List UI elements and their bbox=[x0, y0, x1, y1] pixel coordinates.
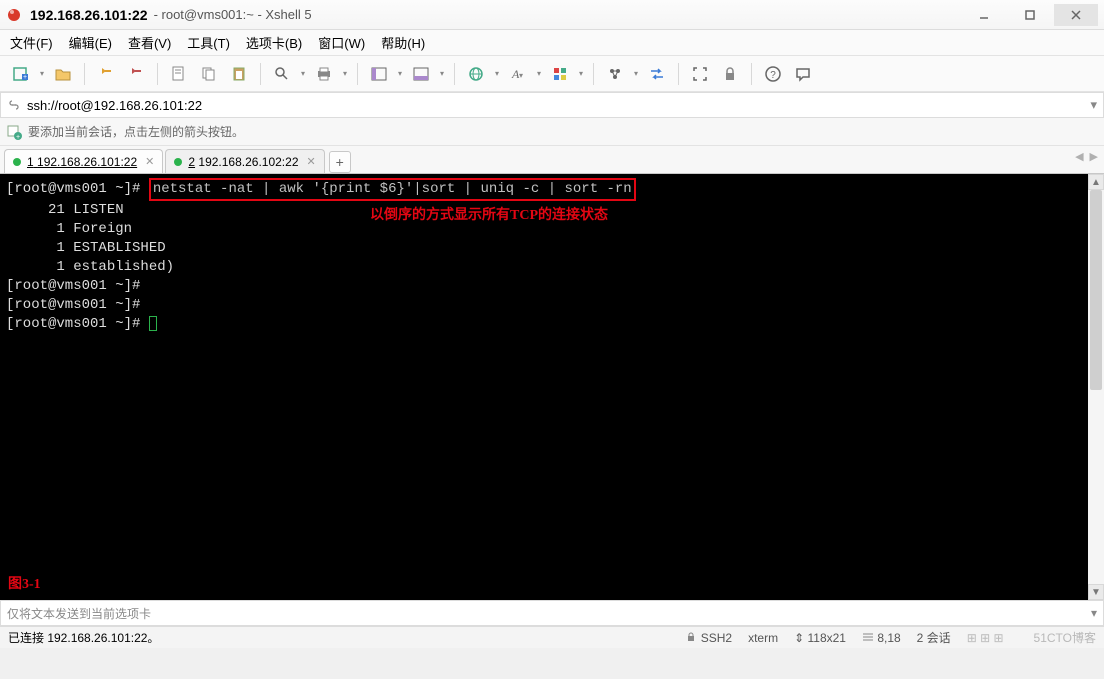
status-cursor: 8,18 bbox=[862, 631, 901, 645]
tab-close-icon[interactable]: ✕ bbox=[307, 155, 316, 168]
script-icon[interactable] bbox=[602, 61, 628, 87]
svg-text:▾: ▾ bbox=[519, 71, 523, 80]
address-bar[interactable]: ssh://root@192.168.26.101:22 ▾ bbox=[0, 92, 1104, 118]
tab-prev-icon[interactable]: ◀ bbox=[1075, 150, 1083, 163]
menu-view[interactable]: 查看(V) bbox=[128, 33, 171, 52]
close-button[interactable] bbox=[1054, 4, 1098, 26]
figure-label: 图3-1 bbox=[8, 575, 41, 594]
chevron-down-icon[interactable]: ▾ bbox=[1091, 606, 1097, 620]
menu-tools[interactable]: 工具(T) bbox=[187, 33, 230, 52]
watermark: 51CTO博客 bbox=[1034, 629, 1096, 646]
tab-bar: 1 192.168.26.101:22 ✕ 2 192.168.26.102:2… bbox=[0, 146, 1104, 174]
lock-icon[interactable] bbox=[717, 61, 743, 87]
print-icon[interactable] bbox=[311, 61, 337, 87]
menu-help[interactable]: 帮助(H) bbox=[381, 33, 425, 52]
properties-icon[interactable] bbox=[166, 61, 192, 87]
menu-edit[interactable]: 编辑(E) bbox=[69, 33, 112, 52]
menu-tab[interactable]: 选项卡(B) bbox=[246, 33, 302, 52]
status-connection: 已连接 192.168.26.101:22。 bbox=[8, 629, 159, 646]
send-input[interactable]: 仅将文本发送到当前选项卡 ▾ bbox=[0, 600, 1104, 626]
menu-bar: 文件(F) 编辑(E) 查看(V) 工具(T) 选项卡(B) 窗口(W) 帮助(… bbox=[0, 30, 1104, 56]
copy-icon[interactable] bbox=[196, 61, 222, 87]
status-bar: 已连接 192.168.26.101:22。 SSH2 xterm ⇕ 118x… bbox=[0, 626, 1104, 648]
title-bar: 192.168.26.101:22 - root@vms001:~ - Xshe… bbox=[0, 0, 1104, 30]
dropdown-icon[interactable]: ▾ bbox=[396, 69, 404, 78]
panel2-icon[interactable] bbox=[408, 61, 434, 87]
dropdown-icon[interactable]: ▾ bbox=[38, 69, 46, 78]
new-tab-button[interactable]: + bbox=[329, 151, 351, 173]
paste-icon[interactable] bbox=[226, 61, 252, 87]
tab-nav: ◀ ▶ bbox=[1075, 150, 1098, 163]
fullscreen-icon[interactable] bbox=[687, 61, 713, 87]
cursor-icon bbox=[149, 316, 157, 331]
terminal-prompt: [root@vms001 ~]# bbox=[6, 297, 140, 313]
dropdown-icon[interactable]: ▾ bbox=[299, 69, 307, 78]
terminal[interactable]: [root@vms001 ~]# netstat -nat | awk '{pr… bbox=[0, 174, 1088, 600]
scroll-up-icon[interactable]: ▲ bbox=[1088, 174, 1104, 190]
tab-session-1[interactable]: 1 192.168.26.101:22 ✕ bbox=[4, 149, 163, 173]
tab-close-icon[interactable]: ✕ bbox=[145, 155, 154, 168]
link-icon bbox=[7, 98, 21, 112]
status-dot-icon bbox=[174, 158, 182, 166]
minimize-button[interactable] bbox=[962, 4, 1006, 26]
scroll-track[interactable] bbox=[1088, 190, 1104, 584]
terminal-command: netstat -nat | awk '{print $6}'|sort | u… bbox=[153, 181, 632, 197]
chevron-down-icon[interactable]: ▾ bbox=[1090, 97, 1097, 113]
terminal-output-line: 21 LISTEN bbox=[6, 202, 124, 218]
menu-file[interactable]: 文件(F) bbox=[10, 33, 53, 52]
help-icon[interactable]: ? bbox=[760, 61, 786, 87]
dropdown-icon[interactable]: ▾ bbox=[341, 69, 349, 78]
address-text: ssh://root@192.168.26.101:22 bbox=[27, 98, 202, 113]
add-session-icon[interactable]: + bbox=[6, 124, 22, 140]
color-icon[interactable] bbox=[547, 61, 573, 87]
tab-session-2[interactable]: 2 192.168.26.102:22 ✕ bbox=[165, 149, 324, 173]
terminal-output-line: 1 ESTABLISHED bbox=[6, 240, 166, 256]
send-placeholder: 仅将文本发送到当前选项卡 bbox=[7, 605, 151, 622]
tab-next-icon[interactable]: ▶ bbox=[1090, 150, 1098, 163]
app-icon bbox=[6, 7, 22, 23]
svg-text:+: + bbox=[23, 74, 27, 81]
feedback-icon[interactable] bbox=[790, 61, 816, 87]
terminal-prompt: [root@vms001 ~]# bbox=[6, 316, 140, 332]
scrollbar[interactable]: ▲ ▼ bbox=[1088, 174, 1104, 600]
new-session-icon[interactable]: + bbox=[8, 61, 34, 87]
terminal-output-line: 1 established) bbox=[6, 259, 174, 275]
status-size: ⇕ 118x21 bbox=[794, 631, 846, 645]
scroll-down-icon[interactable]: ▼ bbox=[1088, 584, 1104, 600]
status-sessions: 2 会话 bbox=[917, 629, 951, 646]
hint-text: 要添加当前会话，点击左侧的箭头按钮。 bbox=[28, 123, 244, 140]
dropdown-icon[interactable]: ▾ bbox=[438, 69, 446, 78]
status-dot-icon bbox=[13, 158, 21, 166]
hint-bar: + 要添加当前会话，点击左侧的箭头按钮。 bbox=[0, 118, 1104, 146]
disconnect-icon[interactable] bbox=[123, 61, 149, 87]
scroll-thumb[interactable] bbox=[1090, 190, 1102, 390]
terminal-output-line: 1 Foreign bbox=[6, 221, 132, 237]
status-caps: ⊞ ⊞ ⊞ bbox=[967, 631, 1004, 645]
svg-text:?: ? bbox=[770, 70, 776, 81]
window-title-rest: - root@vms001:~ - Xshell 5 bbox=[154, 7, 312, 22]
dropdown-icon[interactable]: ▾ bbox=[493, 69, 501, 78]
dropdown-icon[interactable]: ▾ bbox=[535, 69, 543, 78]
font-icon[interactable]: A▾ bbox=[505, 61, 531, 87]
window-title-bold: 192.168.26.101:22 bbox=[30, 7, 148, 23]
panel1-icon[interactable] bbox=[366, 61, 392, 87]
status-ssh: SSH2 bbox=[685, 631, 732, 645]
svg-text:+: + bbox=[16, 134, 20, 140]
terminal-prompt: [root@vms001 ~]# bbox=[6, 278, 140, 294]
status-termtype: xterm bbox=[748, 631, 778, 645]
dropdown-icon[interactable]: ▾ bbox=[632, 69, 640, 78]
encoding-icon[interactable] bbox=[463, 61, 489, 87]
annotation-text: 以倒序的方式显示所有TCP的连接状态 bbox=[370, 206, 608, 225]
reconnect-icon[interactable] bbox=[93, 61, 119, 87]
dropdown-icon[interactable]: ▾ bbox=[577, 69, 585, 78]
menu-window[interactable]: 窗口(W) bbox=[318, 33, 365, 52]
open-icon[interactable] bbox=[50, 61, 76, 87]
find-icon[interactable] bbox=[269, 61, 295, 87]
maximize-button[interactable] bbox=[1008, 4, 1052, 26]
transfer-icon[interactable] bbox=[644, 61, 670, 87]
toolbar: + ▾ ▾ ▾ ▾ ▾ ▾ A▾ ▾ ▾ ▾ ? bbox=[0, 56, 1104, 92]
